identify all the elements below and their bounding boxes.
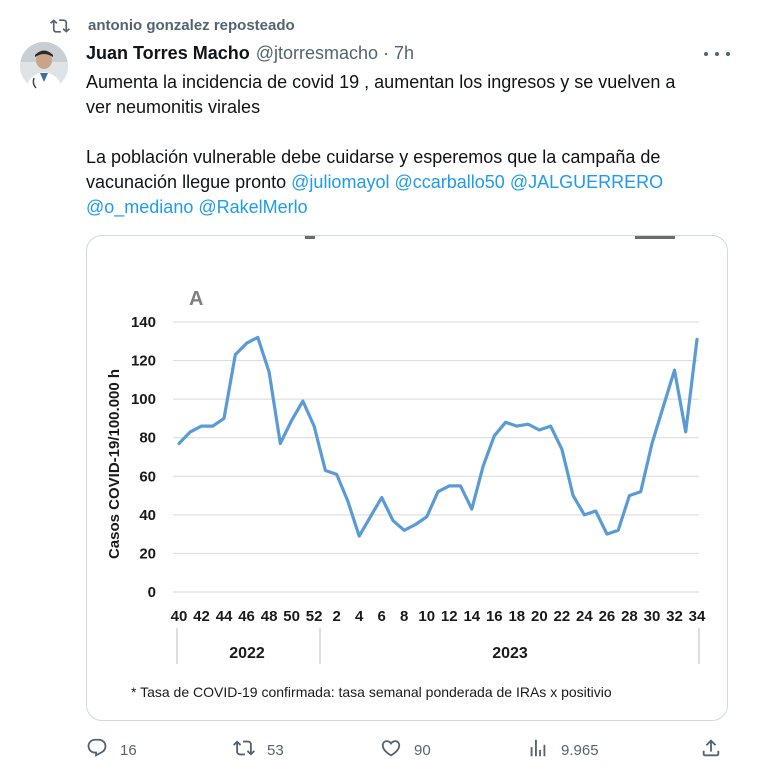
views-count: 9.965 (561, 741, 599, 759)
mention-link[interactable]: @juliomayol (291, 172, 389, 192)
tweet-media-image[interactable]: 0 20 40 60 80 100 120 140 40 42 44 46 48 50 52 2 4 6 8 10 1… (86, 235, 728, 721)
tweet-text: Aumenta la incidencia de covid 19 , aume… (86, 70, 726, 220)
x-tick-label: 40 (171, 608, 188, 625)
x-tick-label: 32 (666, 608, 683, 625)
y-tick-label: 140 (131, 314, 156, 331)
y-tick-label: 120 (131, 353, 156, 370)
x-tick-label: 26 (599, 608, 616, 625)
y-axis-label: Casos COVID-19/100.000 h (106, 369, 123, 559)
like-button[interactable]: 90 (380, 736, 431, 764)
repost-count: 53 (267, 741, 284, 759)
repost-icon (50, 16, 70, 36)
tweet-header: Juan Torres Macho @jtorresmacho · 7h (86, 43, 414, 64)
y-tick-label: 20 (139, 545, 156, 562)
repost-icon (233, 737, 255, 763)
mention-link[interactable]: @ccarballo50 (394, 172, 504, 192)
y-tick-label: 40 (139, 507, 156, 524)
footnote: * Tasa de COVID-19 confirmada: tasa sema… (131, 684, 612, 700)
repost-button[interactable]: 53 (233, 736, 284, 764)
reply-button[interactable]: 16 (86, 736, 137, 764)
heart-icon (380, 737, 402, 763)
x-tick-label: 12 (441, 608, 458, 625)
timestamp[interactable]: 7h (394, 43, 414, 64)
mention-link[interactable]: @JALGUERRERO (510, 172, 663, 192)
tweet-line-mentions: @o_mediano @RakelMerlo (86, 195, 726, 220)
x-tick-label: 16 (486, 608, 503, 625)
action-bar: 16 53 90 9.965 (86, 736, 726, 764)
separator: · (383, 43, 390, 63)
x-tick-label: 20 (531, 608, 548, 625)
share-button[interactable] (700, 736, 722, 764)
views-icon (527, 737, 549, 763)
mention-link[interactable]: @o_mediano (86, 197, 193, 217)
reply-icon (86, 737, 108, 763)
x-tick-label: 46 (238, 608, 255, 625)
x-tick-label: 48 (261, 608, 278, 625)
covid-incidence-chart: 020406080100120140 40 42 44 46 48 50 52 2 4 6 8 10 1… (106, 236, 706, 700)
x-tick-label: 42 (193, 608, 210, 625)
year-label: 2022 (229, 645, 265, 662)
panel-label: A (189, 288, 203, 310)
author-handle[interactable]: @jtorresmacho (256, 43, 378, 64)
x-tick-label: 52 (306, 608, 323, 625)
x-tick-label: 6 (378, 608, 386, 625)
tweet-line: Aumenta la incidencia de covid 19 , aume… (86, 72, 676, 92)
x-tick-label: 14 (463, 608, 480, 625)
author-name[interactable]: Juan Torres Macho (86, 43, 250, 64)
tweet-line: vacunación llegue pronto (86, 172, 292, 192)
like-count: 90 (414, 741, 431, 759)
views-button[interactable]: 9.965 (527, 736, 599, 764)
more-icon[interactable] (704, 44, 730, 64)
tweet-line: ver neumonitis virales (86, 97, 261, 117)
x-tick-label: 4 (355, 608, 364, 625)
series-line (177, 335, 699, 538)
reply-count: 16 (120, 741, 137, 759)
repost-label[interactable]: antonio gonzalez reposteado (88, 17, 295, 34)
avatar[interactable] (20, 42, 68, 90)
x-tick-label: 2 (332, 608, 340, 625)
year-label: 2023 (492, 645, 528, 662)
x-tick-label: 18 (508, 608, 525, 625)
y-tick-label: 100 (131, 391, 156, 408)
x-tick-label: 34 (689, 608, 706, 625)
x-tick-label: 8 (400, 608, 408, 625)
y-tick-label: 80 (139, 430, 156, 447)
x-tick-label: 44 (216, 608, 233, 625)
x-tick-label: 22 (554, 608, 571, 625)
x-tick-label: 10 (418, 608, 435, 625)
y-tick-label: 0 (148, 584, 156, 601)
tweet-line: La población vulnerable debe cuidarse y … (86, 147, 661, 167)
mention-link[interactable]: @RakelMerlo (198, 197, 307, 217)
x-tick-label: 30 (644, 608, 661, 625)
tweet-line-mentions: vacunación llegue pronto @juliomayol @cc… (86, 170, 726, 195)
x-tick-label: 24 (576, 608, 593, 625)
x-tick-label: 28 (621, 608, 638, 625)
share-icon (700, 737, 722, 763)
y-tick-label: 60 (139, 468, 156, 485)
x-tick-label: 50 (283, 608, 300, 625)
